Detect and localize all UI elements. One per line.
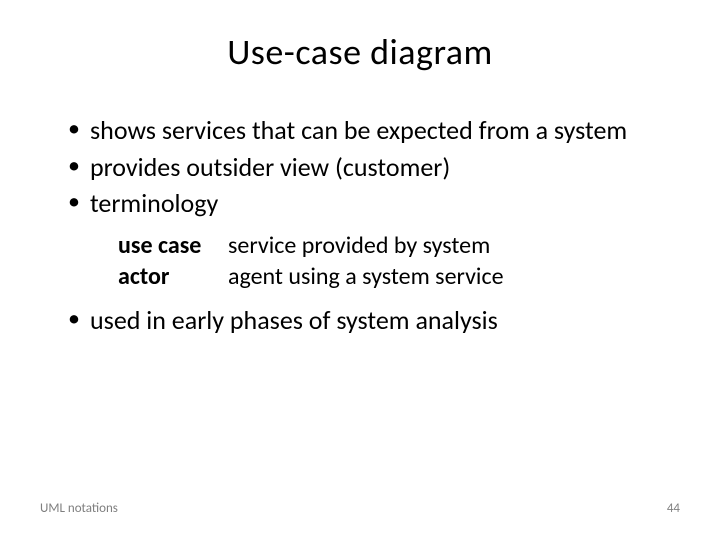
bullet-item: provides outsider view (customer) xyxy=(68,151,680,184)
footer-text-left: UML notations xyxy=(40,501,118,516)
bullet-list: used in early phases of system analysis xyxy=(68,304,680,337)
definition-row: actor agent using a system service xyxy=(118,261,680,292)
definition-block: use case service provided by system acto… xyxy=(118,230,680,292)
bullet-item: terminology xyxy=(68,187,680,220)
definition-term: use case xyxy=(118,230,228,261)
definition-text: service provided by system xyxy=(228,230,680,261)
bullet-list: shows services that can be expected from… xyxy=(68,114,680,220)
definition-term: actor xyxy=(118,261,228,292)
definition-row: use case service provided by system xyxy=(118,230,680,261)
slide-title: Use-case diagram xyxy=(40,30,680,74)
slide: Use-case diagram shows services that can… xyxy=(0,0,720,540)
definition-text: agent using a system service xyxy=(228,261,680,292)
bullet-item: shows services that can be expected from… xyxy=(68,114,680,147)
page-number: 44 xyxy=(667,501,680,516)
slide-content: shows services that can be expected from… xyxy=(40,114,680,336)
bullet-item: used in early phases of system analysis xyxy=(68,304,680,337)
